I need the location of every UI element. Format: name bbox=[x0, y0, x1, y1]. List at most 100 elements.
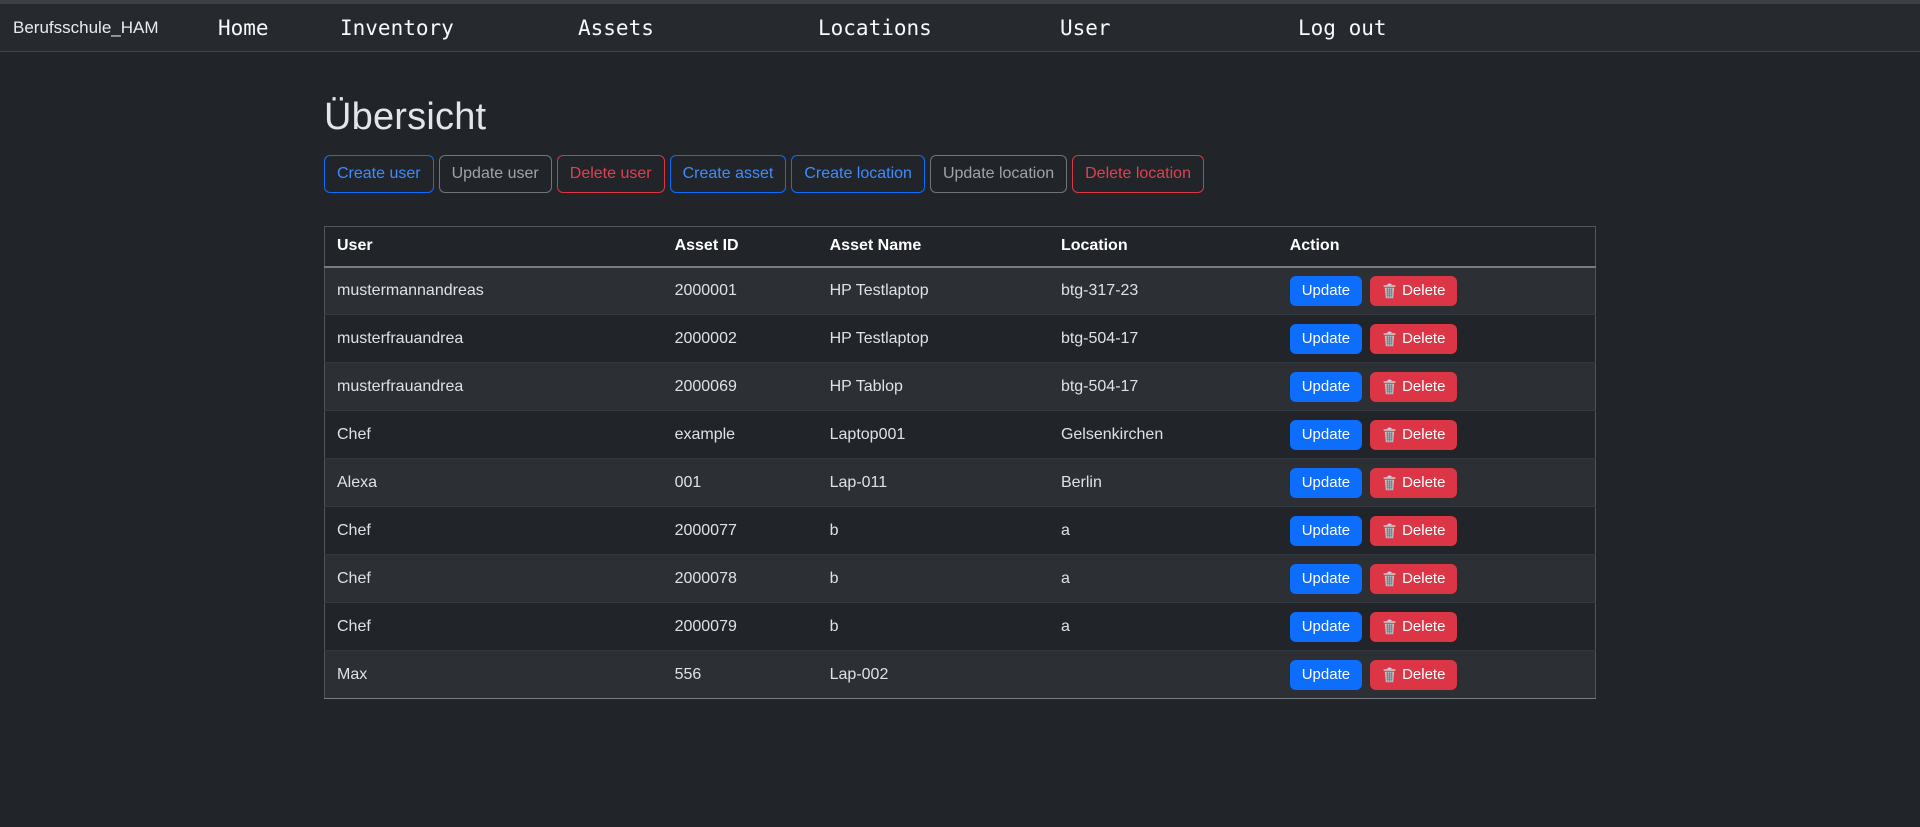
cell-user: musterfrauandrea bbox=[325, 363, 663, 411]
row-delete-label: Delete bbox=[1402, 569, 1445, 589]
trash-icon bbox=[1382, 379, 1397, 395]
table-row: musterfrauandrea 2000069 HP Tablop btg-5… bbox=[325, 363, 1596, 411]
main-navbar: Berufsschule_HAM Home Inventory Assets L… bbox=[0, 4, 1920, 52]
row-actions: Update Delete bbox=[1290, 612, 1583, 642]
row-delete-label: Delete bbox=[1402, 281, 1445, 301]
row-delete-button[interactable]: Delete bbox=[1370, 612, 1457, 642]
cell-asset-id: 001 bbox=[663, 459, 818, 507]
trash-icon bbox=[1382, 571, 1397, 587]
cell-asset-id: example bbox=[663, 411, 818, 459]
row-delete-label: Delete bbox=[1402, 377, 1445, 397]
cell-asset-name: HP Testlaptop bbox=[818, 315, 1049, 363]
row-actions: Update Delete bbox=[1290, 324, 1583, 354]
cell-user: Chef bbox=[325, 411, 663, 459]
cell-location: Gelsenkirchen bbox=[1049, 411, 1278, 459]
trash-icon bbox=[1382, 619, 1397, 635]
cell-user: Chef bbox=[325, 603, 663, 651]
cell-asset-name: b bbox=[818, 507, 1049, 555]
trash-icon bbox=[1382, 475, 1397, 491]
table-row: Chef 2000078 b a Update Delete bbox=[325, 555, 1596, 603]
row-delete-label: Delete bbox=[1402, 617, 1445, 637]
nav-item-user[interactable]: User bbox=[1060, 4, 1111, 52]
trash-icon bbox=[1382, 283, 1397, 299]
row-delete-button[interactable]: Delete bbox=[1370, 372, 1457, 402]
cell-user: musterfrauandrea bbox=[325, 315, 663, 363]
row-actions: Update Delete bbox=[1290, 564, 1583, 594]
row-actions: Update Delete bbox=[1290, 468, 1583, 498]
cell-location: a bbox=[1049, 603, 1278, 651]
crud-toolbar: Create user Update user Delete user Crea… bbox=[324, 155, 1596, 193]
cell-asset-name: Lap-002 bbox=[818, 651, 1049, 699]
row-delete-button[interactable]: Delete bbox=[1370, 468, 1457, 498]
row-delete-button[interactable]: Delete bbox=[1370, 660, 1457, 690]
cell-location: a bbox=[1049, 555, 1278, 603]
cell-location: btg-504-17 bbox=[1049, 363, 1278, 411]
nav-item-locations[interactable]: Locations bbox=[818, 4, 932, 52]
nav-item-inventory[interactable]: Inventory bbox=[340, 4, 454, 52]
cell-user: Alexa bbox=[325, 459, 663, 507]
row-delete-button[interactable]: Delete bbox=[1370, 276, 1457, 306]
nav-item-home[interactable]: Home bbox=[218, 4, 269, 52]
create-user-button[interactable]: Create user bbox=[324, 155, 434, 193]
row-update-button[interactable]: Update bbox=[1290, 468, 1362, 498]
cell-location: btg-504-17 bbox=[1049, 315, 1278, 363]
cell-asset-id: 2000078 bbox=[663, 555, 818, 603]
row-update-button[interactable]: Update bbox=[1290, 564, 1362, 594]
trash-icon bbox=[1382, 331, 1397, 347]
cell-asset-name: b bbox=[818, 603, 1049, 651]
update-user-button[interactable]: Update user bbox=[439, 155, 552, 193]
cell-asset-id: 2000002 bbox=[663, 315, 818, 363]
row-actions: Update Delete bbox=[1290, 420, 1583, 450]
row-delete-button[interactable]: Delete bbox=[1370, 324, 1457, 354]
row-update-button[interactable]: Update bbox=[1290, 324, 1362, 354]
table-row: mustermannandreas 2000001 HP Testlaptop … bbox=[325, 267, 1596, 315]
row-delete-button[interactable]: Delete bbox=[1370, 516, 1457, 546]
trash-icon bbox=[1382, 427, 1397, 443]
table-row: Alexa 001 Lap-011 Berlin Update Delete bbox=[325, 459, 1596, 507]
update-location-button[interactable]: Update location bbox=[930, 155, 1067, 193]
cell-location: a bbox=[1049, 507, 1278, 555]
page-title: Übersicht bbox=[324, 96, 1596, 139]
row-update-button[interactable]: Update bbox=[1290, 276, 1362, 306]
delete-location-button[interactable]: Delete location bbox=[1072, 155, 1204, 193]
trash-icon bbox=[1382, 523, 1397, 539]
row-delete-label: Delete bbox=[1402, 425, 1445, 445]
trash-icon bbox=[1382, 667, 1397, 683]
column-header-asset-id: Asset ID bbox=[663, 227, 818, 267]
row-delete-label: Delete bbox=[1402, 665, 1445, 685]
cell-asset-name: b bbox=[818, 555, 1049, 603]
column-header-action: Action bbox=[1278, 227, 1596, 267]
table-row: Chef 2000079 b a Update Delete bbox=[325, 603, 1596, 651]
row-update-button[interactable]: Update bbox=[1290, 420, 1362, 450]
table-row: musterfrauandrea 2000002 HP Testlaptop b… bbox=[325, 315, 1596, 363]
delete-user-button[interactable]: Delete user bbox=[557, 155, 665, 193]
cell-user: mustermannandreas bbox=[325, 267, 663, 315]
create-location-button[interactable]: Create location bbox=[791, 155, 925, 193]
row-update-button[interactable]: Update bbox=[1290, 612, 1362, 642]
column-header-location: Location bbox=[1049, 227, 1278, 267]
cell-asset-name: Lap-011 bbox=[818, 459, 1049, 507]
row-actions: Update Delete bbox=[1290, 276, 1583, 306]
nav-item-logout[interactable]: Log out bbox=[1298, 4, 1387, 52]
cell-user: Max bbox=[325, 651, 663, 699]
row-delete-button[interactable]: Delete bbox=[1370, 564, 1457, 594]
row-delete-button[interactable]: Delete bbox=[1370, 420, 1457, 450]
column-header-asset-name: Asset Name bbox=[818, 227, 1049, 267]
nav-item-assets[interactable]: Assets bbox=[578, 4, 654, 52]
table-header-row: User Asset ID Asset Name Location Action bbox=[325, 227, 1596, 267]
column-header-user: User bbox=[325, 227, 663, 267]
row-delete-label: Delete bbox=[1402, 521, 1445, 541]
row-update-button[interactable]: Update bbox=[1290, 660, 1362, 690]
row-actions: Update Delete bbox=[1290, 660, 1583, 690]
main-content: Übersicht Create user Update user Delete… bbox=[324, 96, 1596, 699]
table-row: Chef 2000077 b a Update Delete bbox=[325, 507, 1596, 555]
row-update-button[interactable]: Update bbox=[1290, 372, 1362, 402]
table-row: Chef example Laptop001 Gelsenkirchen Upd… bbox=[325, 411, 1596, 459]
create-asset-button[interactable]: Create asset bbox=[670, 155, 787, 193]
row-delete-label: Delete bbox=[1402, 329, 1445, 349]
cell-asset-name: Laptop001 bbox=[818, 411, 1049, 459]
cell-asset-name: HP Tablop bbox=[818, 363, 1049, 411]
row-delete-label: Delete bbox=[1402, 473, 1445, 493]
row-update-button[interactable]: Update bbox=[1290, 516, 1362, 546]
navbar-brand[interactable]: Berufsschule_HAM bbox=[13, 4, 159, 52]
